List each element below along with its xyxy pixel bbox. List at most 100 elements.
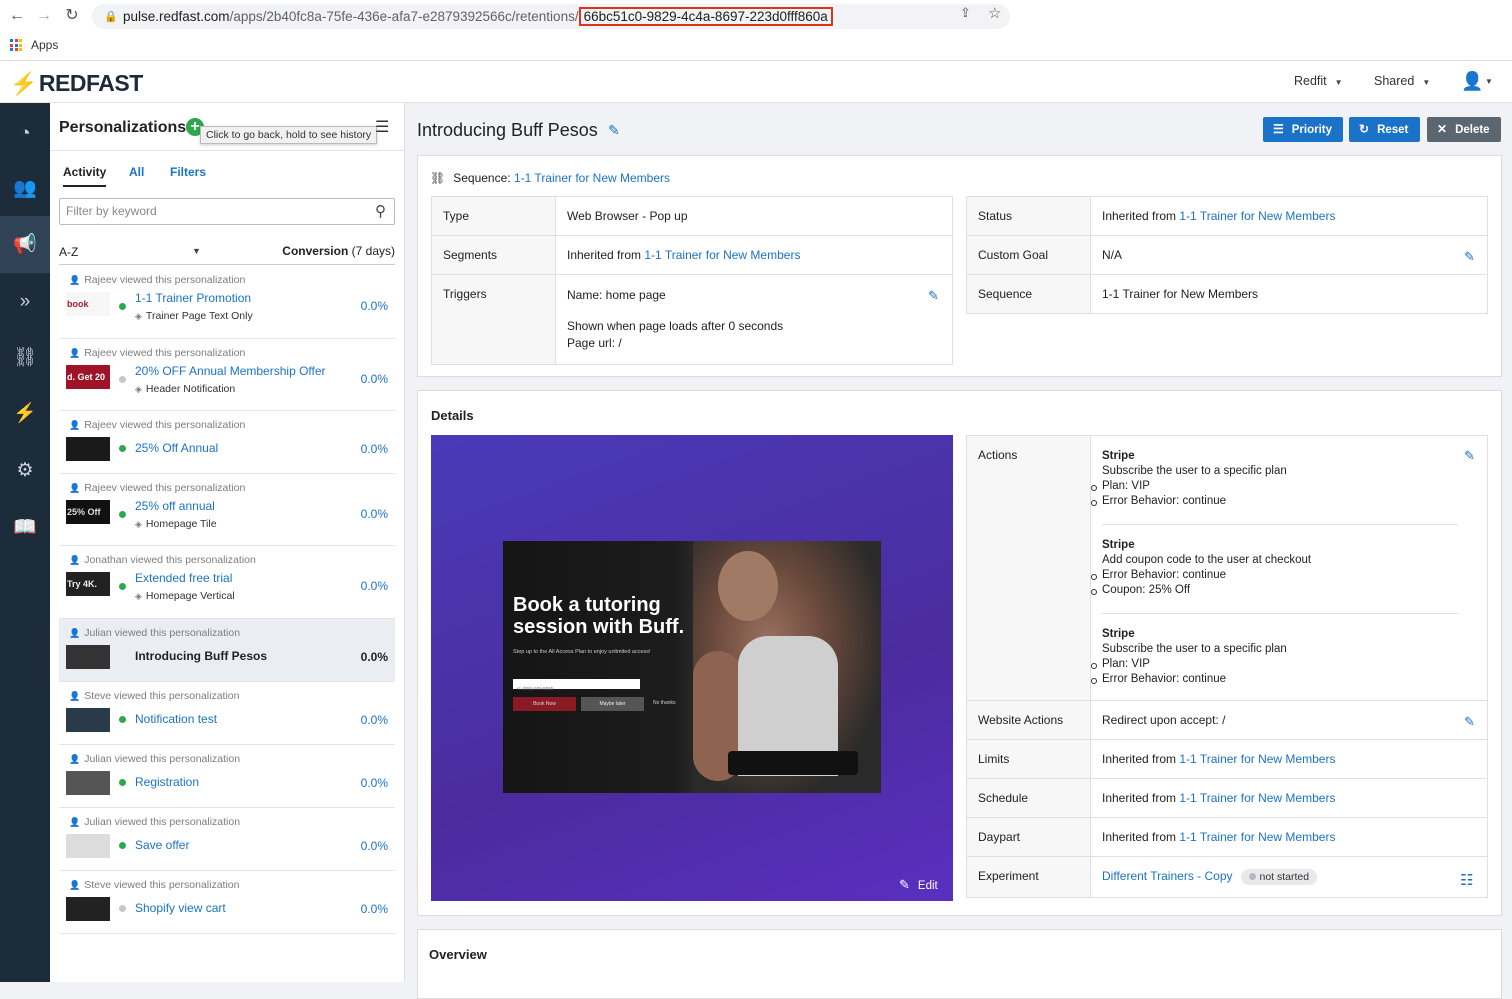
inherited-link[interactable]: 1-1 Trainer for New Members — [1179, 752, 1335, 766]
status-dot — [119, 842, 126, 849]
item-name[interactable]: 25% Off Annual — [135, 441, 218, 455]
tab-all[interactable]: All — [129, 165, 144, 179]
experiment-value: Different Trainers - Copy not started — [1090, 856, 1488, 898]
thumbnail-text: book your — [67, 299, 89, 309]
edit-goal-icon[interactable]: ✎ — [1464, 249, 1475, 265]
dashboard-icon[interactable]: ◔ — [0, 105, 50, 162]
edit-triggers-icon[interactable]: ✎ — [928, 288, 939, 304]
sort-dropdown[interactable]: A-Z — [59, 245, 78, 259]
viewer-text: 👤 Rajeev viewed this personalization — [69, 482, 245, 494]
info-row-sequence: Sequence 1-1 Trainer for New Members — [966, 274, 1488, 314]
share-icon[interactable]: ⇪ — [960, 5, 971, 21]
person-icon: 👤 — [69, 348, 81, 358]
back-arrow-icon[interactable]: ← — [8, 7, 26, 25]
caret-down-icon[interactable]: ▼ — [192, 246, 201, 256]
list-item[interactable]: 👤 Rajeev viewed this personalization book … — [59, 266, 395, 339]
list-item[interactable]: 👤 Steve viewed this personalization Notifi… — [59, 682, 395, 745]
reset-label: Reset — [1377, 124, 1409, 136]
status-badge-label: not started — [1259, 871, 1310, 883]
tab-filters[interactable]: Filters — [170, 165, 206, 179]
list-item[interactable]: 👤 Julian viewed this personalization Regis… — [59, 745, 395, 808]
list-item[interactable]: 👤 Julian viewed this personalization Save … — [59, 808, 395, 871]
item-name[interactable]: 20% OFF Annual Membership Offer — [135, 364, 326, 378]
inherited-link[interactable]: 1-1 Trainer for New Members — [644, 248, 800, 262]
inherited-link[interactable]: 1-1 Trainer for New Members — [1179, 209, 1335, 223]
inherited-text: Inherited from — [567, 248, 642, 262]
filter-input[interactable] — [66, 204, 356, 218]
item-type: ◈ Trainer Page Text Only — [135, 310, 253, 322]
redfast-logo[interactable]: ⚡REDFAST — [10, 70, 143, 97]
list-item[interactable]: 👤 Jonathan viewed this personalization Try… — [59, 546, 395, 619]
collapse-panel-icon[interactable]: ☰ — [375, 117, 389, 137]
address-bar[interactable]: 🔒 pulse.redfast.com/apps/2b40fc8a-75fe-4… — [92, 4, 1010, 29]
apps-grid-icon[interactable] — [10, 39, 22, 51]
gear-icon[interactable]: ⚙ — [0, 442, 50, 499]
item-name[interactable]: Introducing Buff Pesos — [135, 649, 267, 663]
item-name[interactable]: Save offer — [135, 838, 189, 852]
conversion-period: (7 days) — [351, 244, 395, 258]
viewer-label: Julian viewed this personalization — [84, 753, 241, 765]
table-view-icon[interactable]: ☷ — [1460, 871, 1473, 889]
conversion-header[interactable]: Conversion (7 days) — [282, 244, 395, 258]
sequence-link[interactable]: 1-1 Trainer for New Members — [514, 171, 670, 185]
website-actions-key: Website Actions — [966, 700, 1091, 740]
edit-pencil-icon[interactable]: ✎ — [608, 122, 620, 139]
users-icon[interactable]: 👥 — [0, 160, 50, 217]
limits-key: Limits — [966, 739, 1091, 779]
arrows-icon[interactable]: » — [0, 273, 50, 330]
detail-row-experiment: Experiment Different Trainers - Copy not s… — [966, 856, 1488, 898]
list-item[interactable]: 👤 Rajeev viewed this personalization 25% O… — [59, 411, 395, 474]
sequence-value-link[interactable]: 1-1 Trainer for New Members — [1090, 274, 1488, 314]
list-item[interactable]: 👤 Julian viewed this personalization Intro… — [59, 619, 395, 682]
list-item[interactable]: 👤 Rajeev viewed this personalization 25% O… — [59, 474, 395, 546]
item-name[interactable]: Extended free trial — [135, 571, 232, 585]
delete-button[interactable]: ✕ Delete — [1427, 117, 1501, 142]
inherited-link[interactable]: 1-1 Trainer for New Members — [1179, 830, 1335, 844]
creative-preview[interactable]: Book a tutoring session with Buff. Step … — [431, 435, 953, 901]
apps-bookmark[interactable]: Apps — [31, 38, 58, 52]
detail-row-website-actions: Website Actions Redirect upon accept: / — [966, 700, 1488, 740]
item-name[interactable]: Shopify view cart — [135, 901, 226, 915]
list-item[interactable]: 👤 Rajeev viewed this personalization d. Ge… — [59, 339, 395, 411]
experiment-link[interactable]: Different Trainers - Copy — [1102, 869, 1233, 883]
edit-website-actions-icon[interactable]: ✎ — [1464, 714, 1475, 730]
url-text[interactable]: pulse.redfast.com/apps/2b40fc8a-75fe-436… — [123, 7, 833, 26]
book-icon[interactable]: 📖 — [0, 499, 50, 556]
bolt-icon[interactable]: ⚡ — [0, 385, 50, 442]
item-name[interactable]: 1-1 Trainer Promotion — [135, 291, 251, 305]
caret-down-icon[interactable]: ▼ — [1485, 77, 1493, 86]
detail-row-actions: Actions Stripe Subscribe the user to a spe… — [966, 435, 1488, 701]
shared-menu-label: Shared — [1374, 74, 1415, 88]
list-item[interactable]: 👤 Steve viewed this personalization Shopif… — [59, 871, 395, 934]
item-name[interactable]: Registration — [135, 775, 199, 789]
edit-creative-button[interactable]: ✎ Edit — [899, 877, 938, 893]
inherited-link[interactable]: 1-1 Trainer for New Members — [1179, 791, 1335, 805]
status-dot — [1248, 873, 1256, 880]
priority-button[interactable]: ☰ Priority — [1263, 117, 1343, 142]
item-name[interactable]: 25% off annual — [135, 499, 215, 513]
action-title: Stripe — [1102, 539, 1135, 551]
reload-icon[interactable]: ↻ — [63, 7, 81, 25]
edit-actions-icon[interactable]: ✎ — [1464, 448, 1475, 464]
star-icon[interactable]: ☆ — [988, 4, 1001, 22]
url-highlighted-id: 66bc51c0-9829-4c4a-8697-223d0fff860a — [578, 7, 833, 26]
forward-arrow-icon[interactable]: → — [35, 7, 53, 25]
reset-button[interactable]: ↻ Reset — [1349, 117, 1420, 142]
app-menu[interactable]: Redfit ▼ — [1294, 74, 1343, 88]
search-icon[interactable]: ⚲ — [375, 202, 386, 220]
item-conversion: 0.0% — [360, 299, 388, 313]
shared-menu[interactable]: Shared ▼ — [1374, 74, 1430, 88]
actions-key: Actions — [966, 435, 1091, 701]
filter-box: ⚲ — [59, 198, 395, 225]
viewer-text: 👤 Rajeev viewed this personalization — [69, 274, 245, 286]
user-icon[interactable]: 👤 — [1461, 71, 1483, 92]
item-type-label: Homepage Tile — [145, 518, 217, 530]
personalizations-panel: Personalizations + Click to go back, hol… — [50, 103, 405, 982]
tab-activity[interactable]: Activity — [63, 165, 107, 187]
daypart-value: Inherited from 1-1 Trainer for New Membe… — [1090, 817, 1488, 857]
schedule-key: Schedule — [966, 778, 1091, 818]
caret-down-icon: ▼ — [1334, 78, 1343, 87]
sequence-icon[interactable]: ⛓ — [0, 329, 50, 386]
item-name[interactable]: Notification test — [135, 712, 217, 726]
megaphone-icon[interactable]: 📢 — [0, 216, 50, 273]
